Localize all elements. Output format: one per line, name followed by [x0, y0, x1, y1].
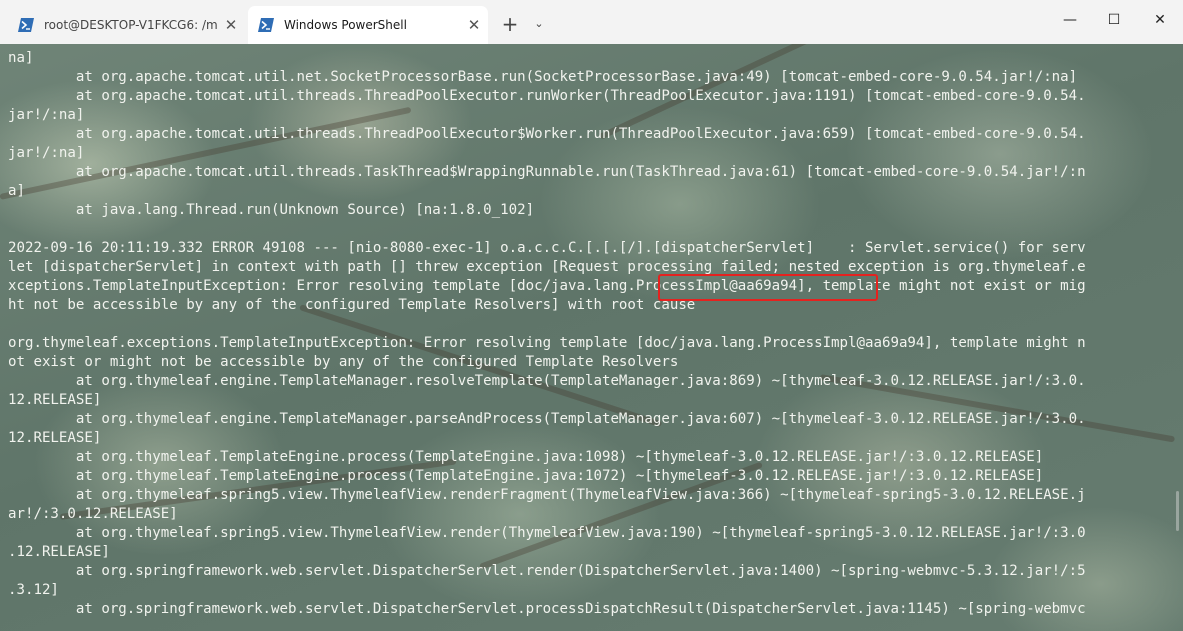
powershell-icon: [18, 18, 34, 32]
title-bar: root@DESKTOP-V1FKCG6: /mn ✕ Windows Powe…: [0, 0, 1183, 44]
tab-title: root@DESKTOP-V1FKCG6: /mn: [44, 18, 217, 32]
close-tab-icon[interactable]: ✕: [217, 16, 245, 34]
terminal-line: at org.apache.tomcat.util.threads.Thread…: [8, 126, 1086, 142]
close-tab-icon[interactable]: ✕: [460, 16, 488, 34]
terminal-line: 2022-09-16 20:11:19.332 ERROR 49108 --- …: [8, 240, 1086, 256]
chevron-down-icon[interactable]: ⌄: [528, 12, 550, 36]
terminal-line: .12.RELEASE]: [8, 544, 110, 560]
terminal-line: jar!/:na]: [8, 107, 85, 123]
terminal-line: at org.apache.tomcat.util.net.SocketProc…: [8, 69, 1078, 85]
close-window-button[interactable]: ✕: [1137, 0, 1183, 40]
terminal-line: at org.thymeleaf.spring5.view.ThymeleafV…: [8, 525, 1086, 541]
terminal-line: ht not be accessible by any of the confi…: [8, 297, 696, 313]
tab-windows-powershell[interactable]: Windows PowerShell ✕: [248, 6, 488, 44]
terminal-line: let [dispatcherServlet] in context with …: [8, 259, 1086, 275]
terminal-line: at java.lang.Thread.run(Unknown Source) …: [8, 202, 535, 218]
terminal-output: na] at org.apache.tomcat.util.net.Socket…: [8, 49, 1086, 619]
terminal-line: at org.apache.tomcat.util.threads.TaskTh…: [8, 164, 1086, 180]
terminal-line: at org.thymeleaf.engine.TemplateManager.…: [8, 373, 1086, 389]
terminal-line: at org.apache.tomcat.util.threads.Thread…: [8, 88, 1086, 104]
maximize-button[interactable]: ☐: [1091, 0, 1137, 40]
terminal-line: at org.springframework.web.servlet.Dispa…: [8, 601, 1086, 617]
terminal-line: 12.RELEASE]: [8, 430, 102, 446]
terminal-line: ot exist or might not be accessible by a…: [8, 354, 679, 370]
scrollbar[interactable]: [1176, 491, 1179, 531]
new-tab-button[interactable]: +: [496, 12, 524, 36]
terminal-line: xceptions.TemplateInputException: Error …: [8, 278, 1086, 294]
terminal-line: ar!/:3.0.12.RELEASE]: [8, 506, 178, 522]
terminal-line: at org.thymeleaf.engine.TemplateManager.…: [8, 411, 1086, 427]
terminal-line: jar!/:na]: [8, 145, 85, 161]
terminal-line: at org.thymeleaf.TemplateEngine.process(…: [8, 449, 1044, 465]
highlight-box: [658, 274, 878, 301]
terminal-pane[interactable]: na] at org.apache.tomcat.util.net.Socket…: [0, 44, 1183, 631]
minimize-button[interactable]: —: [1047, 0, 1093, 40]
terminal-line: .3.12]: [8, 582, 59, 598]
terminal-line: a]: [8, 183, 25, 199]
terminal-line: at org.thymeleaf.TemplateEngine.process(…: [8, 468, 1044, 484]
terminal-line: na]: [8, 50, 34, 66]
tab-title: Windows PowerShell: [284, 18, 407, 32]
powershell-icon: [258, 18, 274, 32]
terminal-line: org.thymeleaf.exceptions.TemplateInputEx…: [8, 335, 1086, 351]
terminal-line: at org.springframework.web.servlet.Dispa…: [8, 563, 1086, 579]
terminal-line: 12.RELEASE]: [8, 392, 102, 408]
terminal-line: at org.thymeleaf.spring5.view.ThymeleafV…: [8, 487, 1086, 503]
tab-wsl[interactable]: root@DESKTOP-V1FKCG6: /mn ✕: [8, 6, 245, 44]
